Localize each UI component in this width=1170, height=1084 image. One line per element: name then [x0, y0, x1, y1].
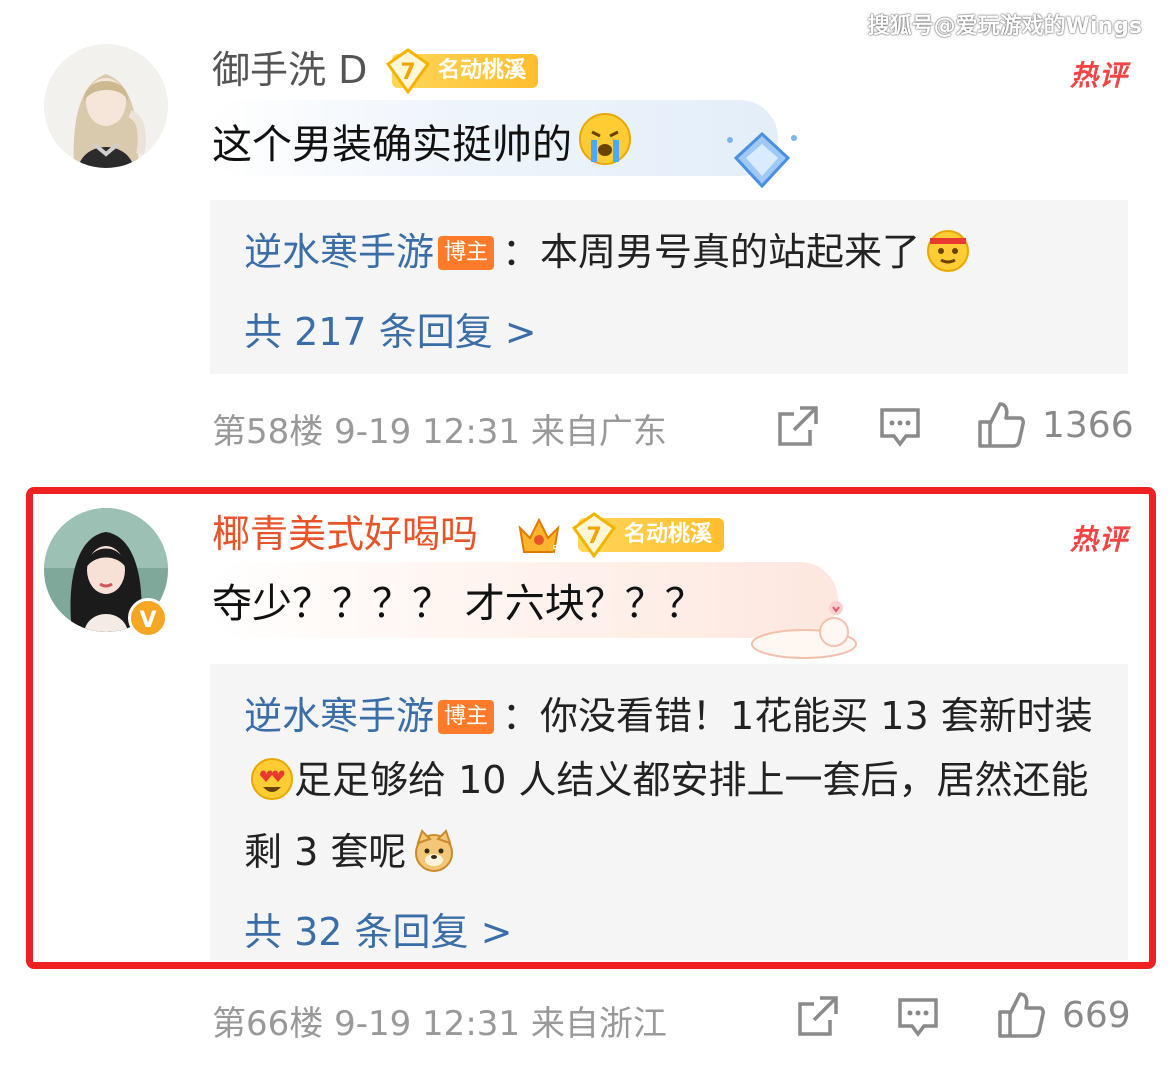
reply-text: 逆水寒手游 博主 ：你没看错！1花能买 13 套新时装 足足够给 10 人结义都安排… — [244, 684, 1098, 892]
like-button[interactable]: 669 — [996, 990, 1131, 1040]
doge-emoji — [412, 828, 456, 892]
cat-decoration-icon — [751, 601, 857, 659]
view-replies-link[interactable]: 共 32 条回复 > — [244, 900, 1098, 964]
reply-author[interactable]: 逆水寒手游 — [244, 694, 434, 738]
comment-button[interactable] — [896, 994, 940, 1038]
comment-content: 夺少？？？？ 才六块？？？ — [212, 581, 705, 627]
fan-badge[interactable]: 7 名动桃溪 — [572, 512, 725, 558]
badge-text: 名动桃溪 — [624, 522, 713, 547]
heart-eyes-emoji — [250, 756, 294, 820]
username[interactable]: 椰青美式好喝吗 — [212, 510, 478, 558]
crown-level-icon: 5 — [516, 512, 562, 558]
crown-level: 5 — [552, 543, 560, 557]
comment-item: V 椰青美式好喝吗 5 7 名动桃溪 热评 夺少？？？？ 才六块？？？ 逆水寒手… — [0, 0, 1170, 1044]
floor-number: 第66楼 — [212, 1004, 324, 1044]
level-diamond-icon: 7 — [572, 512, 616, 558]
share-button[interactable] — [796, 994, 840, 1038]
timestamp: 9-19 12:31 — [334, 1004, 521, 1044]
blogger-tag: 博主 — [438, 700, 495, 734]
hot-comment-label: 热评 — [1069, 523, 1128, 556]
badge-level: 7 — [586, 524, 602, 549]
thumbs-up-icon — [998, 992, 1045, 1038]
verified-badge: V — [128, 598, 168, 638]
reply-body: ：你没看错！1花能买 13 套新时装 — [502, 694, 1093, 738]
like-count: 669 — [1062, 994, 1131, 1036]
location: 来自浙江 — [530, 1004, 667, 1044]
comment-meta: 第66楼 9-19 12:31 来自浙江 — [212, 996, 667, 1045]
reply-body-continued: 足足够给 10 人结义都安排上一套后，居然还能剩 3 套呢 — [244, 758, 1089, 874]
reply-box[interactable]: 逆水寒手游 博主 ：你没看错！1花能买 13 套新时装 足足够给 10 人结义都安排… — [210, 664, 1128, 960]
share-icon — [798, 996, 838, 1036]
comment-icon — [898, 998, 938, 1037]
